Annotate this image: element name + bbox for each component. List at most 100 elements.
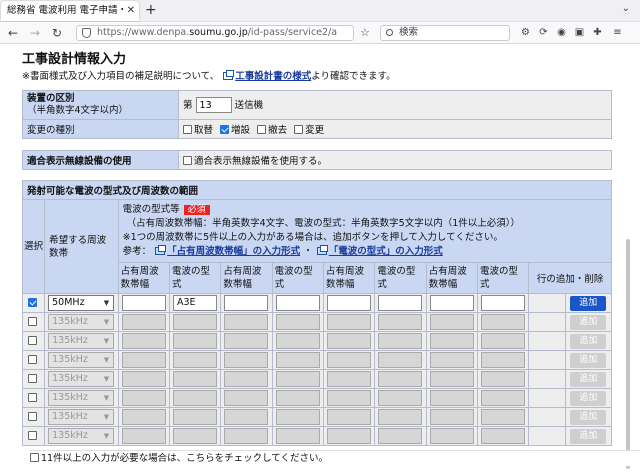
many-entries-checkbox[interactable] xyxy=(30,453,39,462)
emission-input[interactable]: A3E xyxy=(172,295,217,311)
row-select-checkbox[interactable] xyxy=(28,316,38,326)
change-option-checkbox[interactable] xyxy=(294,125,304,134)
bandwidth-input[interactable] xyxy=(121,409,166,425)
emission-input[interactable] xyxy=(481,333,526,349)
emission-input[interactable] xyxy=(378,295,423,311)
bandwidth-input[interactable] xyxy=(429,314,474,330)
emission-input[interactable] xyxy=(481,428,526,444)
emission-input[interactable] xyxy=(481,295,526,311)
emission-input[interactable] xyxy=(481,409,526,425)
puzzle-icon[interactable]: ✚ xyxy=(592,27,603,38)
emission-input[interactable] xyxy=(275,352,320,368)
bandwidth-input[interactable] xyxy=(224,428,269,444)
band-select[interactable]: 135kHz ▼ xyxy=(48,371,115,387)
emission-input[interactable] xyxy=(481,352,526,368)
emission-input[interactable] xyxy=(172,371,217,387)
emission-input[interactable] xyxy=(172,428,217,444)
row-select-checkbox[interactable] xyxy=(28,430,38,440)
emission-input[interactable] xyxy=(275,409,320,425)
device-number-input[interactable] xyxy=(195,97,232,114)
bandwidth-input[interactable] xyxy=(327,333,371,349)
emission-input[interactable] xyxy=(172,390,217,406)
change-option-checkbox[interactable] xyxy=(220,125,230,134)
emission-input[interactable] xyxy=(378,314,423,330)
addon-icon[interactable]: ◉ xyxy=(556,27,567,38)
emission-input[interactable] xyxy=(275,295,320,311)
bookmark-star-icon[interactable]: ☆ xyxy=(360,25,370,41)
bandwidth-input[interactable] xyxy=(121,371,166,387)
reload-icon[interactable]: ↻ xyxy=(52,25,62,41)
emission-input[interactable] xyxy=(378,428,423,444)
emission-input[interactable] xyxy=(172,333,217,349)
bandwidth-input[interactable] xyxy=(224,333,269,349)
bandwidth-input[interactable] xyxy=(224,390,269,406)
add-row-button[interactable]: 追加 xyxy=(570,352,607,368)
band-select[interactable]: 50MHz ▼ xyxy=(48,295,115,311)
emission-input[interactable] xyxy=(378,333,423,349)
sync-icon[interactable]: ⟳ xyxy=(538,27,549,38)
emission-input[interactable] xyxy=(275,314,320,330)
bandwidth-input[interactable] xyxy=(121,333,166,349)
band-select[interactable]: 135kHz ▼ xyxy=(48,409,115,425)
form-template-link[interactable]: 工事設計書の様式 xyxy=(235,71,311,82)
add-row-button[interactable]: 追加 xyxy=(570,295,607,311)
scrollbar[interactable] xyxy=(626,239,630,469)
shield-icon[interactable] xyxy=(82,28,91,38)
band-select[interactable]: 135kHz ▼ xyxy=(48,352,115,368)
row-select-checkbox[interactable] xyxy=(28,373,38,383)
bandwidth-input[interactable] xyxy=(327,409,371,425)
emission-input[interactable] xyxy=(378,409,423,425)
change-option-checkbox[interactable] xyxy=(183,125,192,134)
bandwidth-input[interactable] xyxy=(121,295,166,311)
emission-input[interactable] xyxy=(275,428,320,444)
band-select[interactable]: 135kHz ▼ xyxy=(48,428,115,444)
bandwidth-input[interactable] xyxy=(429,390,474,406)
add-row-button[interactable]: 追加 xyxy=(570,314,607,330)
band-select[interactable]: 135kHz ▼ xyxy=(48,390,115,406)
address-bar[interactable]: https://www.denpa.soumu.go.jp/id-pass/se… xyxy=(76,25,354,41)
row-select-checkbox[interactable] xyxy=(28,335,38,345)
emission-format-link[interactable]: 「電波の型式」の入力形式 xyxy=(329,246,443,257)
bandwidth-input[interactable] xyxy=(327,352,371,368)
extension-icon[interactable]: ⚙ xyxy=(520,27,531,38)
bandwidth-input[interactable] xyxy=(224,314,269,330)
search-input[interactable]: 検索 xyxy=(380,25,510,41)
add-row-button[interactable]: 追加 xyxy=(570,428,607,444)
back-icon[interactable]: ← xyxy=(8,25,18,41)
forward-icon[interactable]: → xyxy=(30,25,40,41)
bandwidth-input[interactable] xyxy=(327,314,371,330)
bandwidth-format-link[interactable]: 「占有周波数帯幅」の入力形式 xyxy=(167,246,300,257)
bandwidth-input[interactable] xyxy=(327,428,371,444)
emission-input[interactable] xyxy=(275,333,320,349)
bandwidth-input[interactable] xyxy=(224,371,269,387)
bandwidth-input[interactable] xyxy=(429,333,474,349)
emission-input[interactable] xyxy=(275,371,320,387)
add-row-button[interactable]: 追加 xyxy=(570,409,607,425)
add-row-button[interactable]: 追加 xyxy=(570,333,607,349)
bandwidth-input[interactable] xyxy=(429,352,474,368)
emission-input[interactable] xyxy=(378,352,423,368)
bandwidth-input[interactable] xyxy=(327,295,371,311)
emission-input[interactable] xyxy=(378,390,423,406)
chevron-down-icon[interactable]: ⌄ xyxy=(622,3,630,14)
bandwidth-input[interactable] xyxy=(224,352,269,368)
emission-input[interactable] xyxy=(481,390,526,406)
row-select-checkbox[interactable] xyxy=(28,392,38,402)
add-row-button[interactable]: 追加 xyxy=(570,390,607,406)
band-select[interactable]: 135kHz ▼ xyxy=(48,314,115,330)
emission-input[interactable] xyxy=(481,371,526,387)
emission-input[interactable] xyxy=(275,390,320,406)
bandwidth-input[interactable] xyxy=(429,409,474,425)
bandwidth-input[interactable] xyxy=(121,352,166,368)
row-select-checkbox[interactable] xyxy=(28,411,38,421)
emission-input[interactable] xyxy=(172,314,217,330)
row-select-checkbox[interactable] xyxy=(28,354,38,364)
emission-input[interactable] xyxy=(481,314,526,330)
folder-icon[interactable]: ▣ xyxy=(574,27,585,38)
bandwidth-input[interactable] xyxy=(224,295,269,311)
emission-input[interactable] xyxy=(378,371,423,387)
new-tab-icon[interactable]: + xyxy=(145,2,157,18)
compat-checkbox[interactable] xyxy=(183,156,192,165)
bandwidth-input[interactable] xyxy=(327,390,371,406)
row-select-checkbox[interactable] xyxy=(28,297,38,307)
